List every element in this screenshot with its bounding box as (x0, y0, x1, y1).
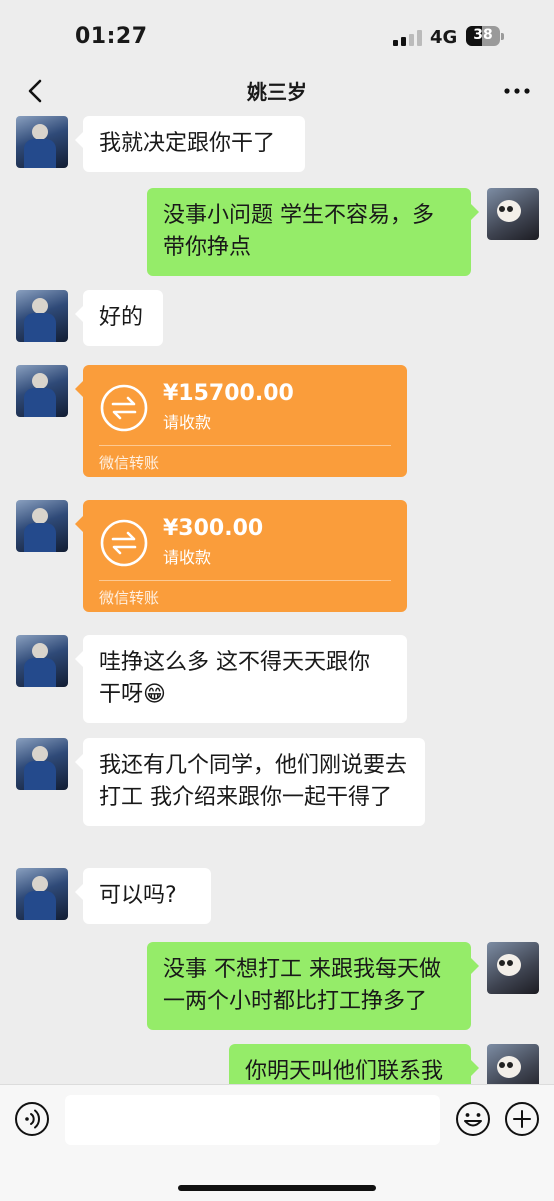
message-input[interactable] (65, 1095, 440, 1145)
transfer-status: 请收款 (163, 413, 212, 432)
status-bar: 01:27 4G 38 (0, 0, 554, 72)
message-bubble-outgoing[interactable]: 没事小问题 学生不容易，多带你挣点 (147, 188, 479, 276)
more-functions-icon[interactable] (504, 1101, 540, 1137)
transfer-exchange-icon (100, 519, 148, 567)
contact-avatar[interactable] (16, 635, 68, 687)
message-bubble-outgoing[interactable]: 你明天叫他们联系我 (229, 1044, 479, 1084)
user-avatar[interactable] (487, 1044, 539, 1084)
transfer-card[interactable]: ¥15700.00 请收款 微信转账 (75, 365, 407, 477)
status-time: 01:27 (75, 24, 148, 49)
emoji-icon[interactable] (455, 1101, 491, 1137)
voice-input-icon[interactable] (14, 1101, 50, 1137)
transfer-divider (99, 445, 391, 446)
message-bubble-outgoing[interactable]: 没事 不想打工 来跟我每天做一两个小时都比打工挣多了 (147, 942, 479, 1030)
transfer-amount: ¥300.00 (163, 516, 264, 541)
network-type: 4G (430, 27, 458, 48)
contact-avatar[interactable] (16, 500, 68, 552)
transfer-exchange-icon (100, 384, 148, 432)
message-bubble-incoming[interactable]: 我就决定跟你干了 (75, 116, 305, 172)
input-bar (0, 1084, 554, 1201)
contact-avatar[interactable] (16, 365, 68, 417)
transfer-status: 请收款 (163, 548, 212, 567)
battery-level: 38 (473, 27, 493, 43)
signal-icon (393, 30, 423, 46)
contact-avatar[interactable] (16, 738, 68, 790)
transfer-divider (99, 580, 391, 581)
home-indicator (178, 1185, 376, 1191)
contact-avatar[interactable] (16, 868, 68, 920)
message-bubble-incoming[interactable]: 哇挣这么多 这不得天天跟你干呀😁 (75, 635, 407, 723)
contact-avatar[interactable] (16, 116, 68, 168)
message-bubble-incoming[interactable]: 好的 (75, 290, 163, 346)
transfer-card[interactable]: ¥300.00 请收款 微信转账 (75, 500, 407, 612)
message-bubble-incoming[interactable]: 我还有几个同学，他们刚说要去打工 我介绍来跟你一起干得了 (75, 738, 425, 826)
chat-area[interactable]: 我就决定跟你干了 没事小问题 学生不容易，多带你挣点 好的 ¥15700.00 … (0, 112, 554, 1084)
message-bubble-incoming[interactable]: 可以吗? (75, 868, 211, 924)
transfer-label: 微信转账 (99, 589, 160, 607)
contact-avatar[interactable] (16, 290, 68, 342)
battery-icon: 38 (466, 26, 504, 46)
nav-bar: 姚三岁 (0, 72, 554, 112)
user-avatar[interactable] (487, 188, 539, 240)
transfer-label: 微信转账 (99, 454, 160, 472)
more-options-icon[interactable] (500, 76, 534, 106)
chat-title: 姚三岁 (247, 80, 307, 104)
user-avatar[interactable] (487, 942, 539, 994)
transfer-amount: ¥15700.00 (163, 381, 294, 406)
